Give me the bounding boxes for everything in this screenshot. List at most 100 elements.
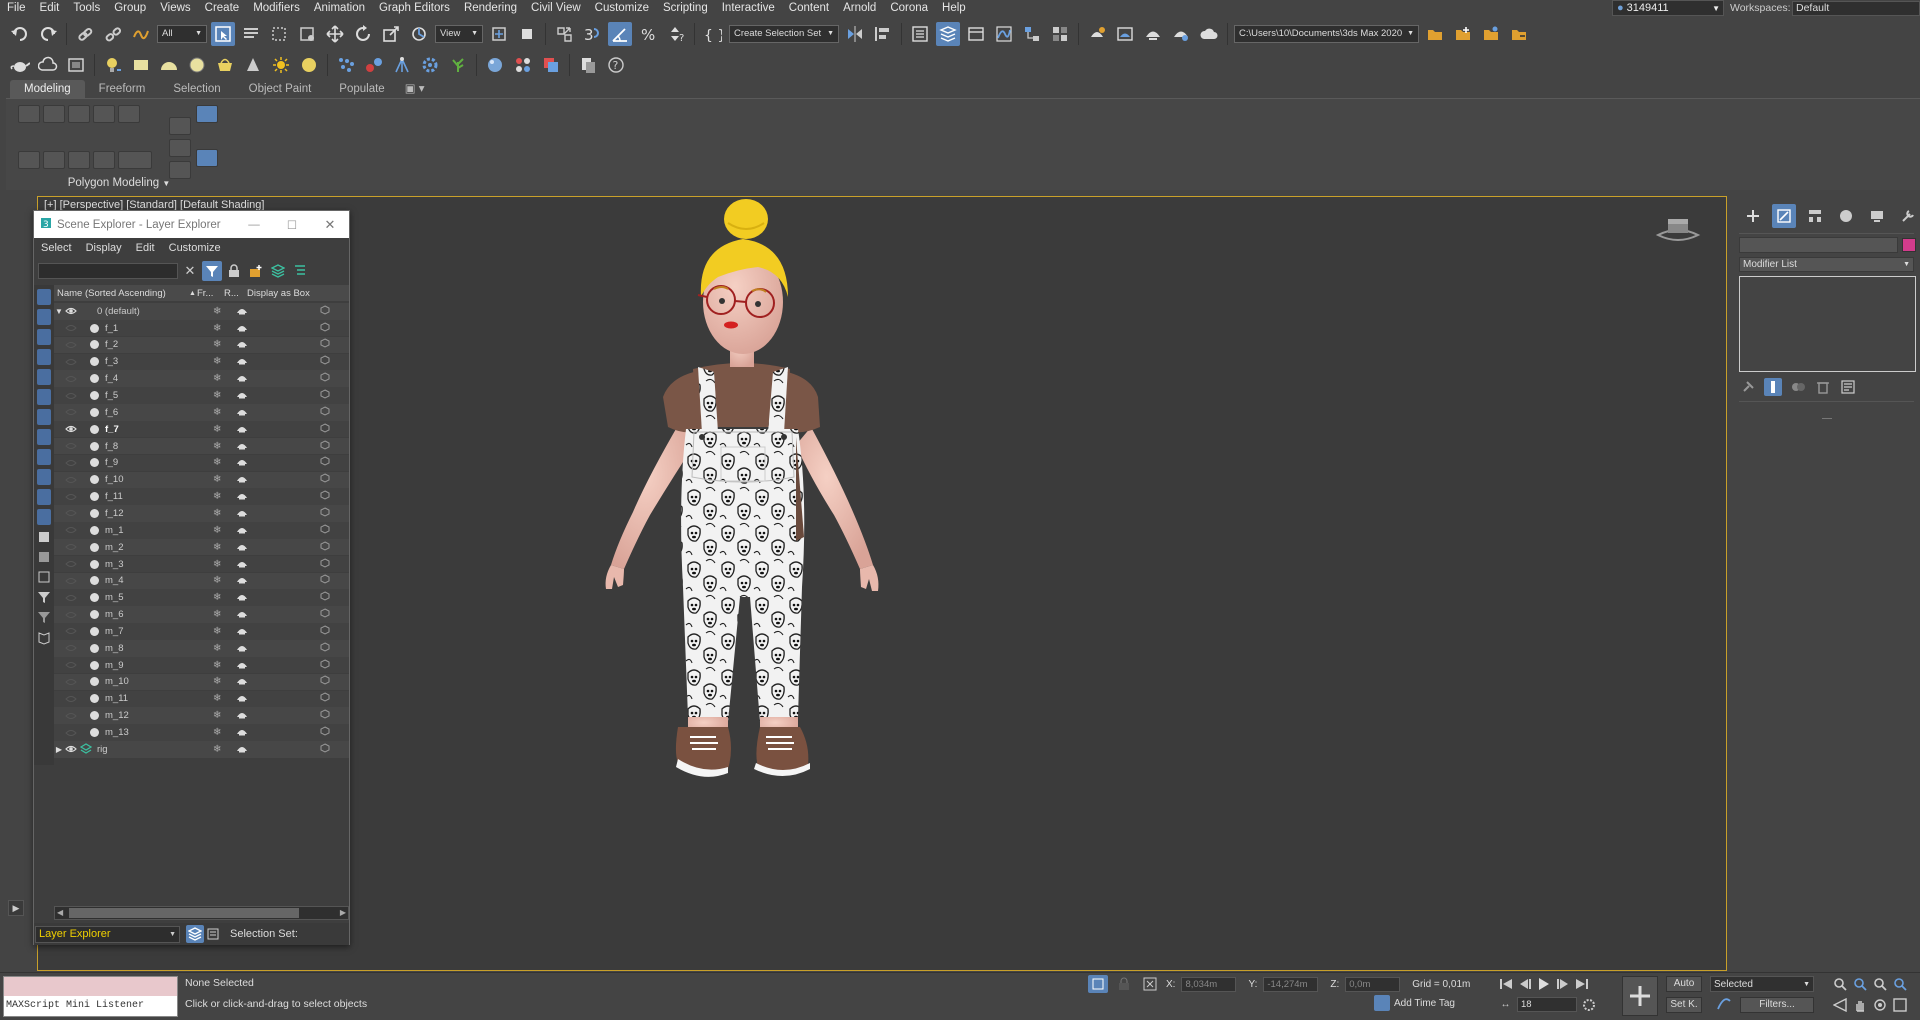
mirror-icon[interactable] xyxy=(843,22,867,46)
layer-object-row[interactable]: m_5 ❄ xyxy=(54,589,349,606)
frozen-snowflake-icon[interactable]: ❄ xyxy=(213,727,221,738)
named-selection-set-dropdown[interactable]: Create Selection Set ▼ xyxy=(729,24,839,43)
display-as-box-icon[interactable] xyxy=(320,423,330,436)
display-as-box-icon[interactable] xyxy=(320,541,330,554)
ribbon-border-button[interactable] xyxy=(68,105,90,123)
layer-object-row[interactable]: m_3 ❄ xyxy=(54,555,349,573)
maximize-viewport-icon[interactable] xyxy=(1892,997,1907,1012)
basket-icon[interactable] xyxy=(213,53,237,77)
absolute-mode-icon[interactable] xyxy=(1140,975,1160,993)
visibility-eye-icon[interactable] xyxy=(64,509,78,517)
frozen-snowflake-icon[interactable]: ❄ xyxy=(213,407,221,418)
tab-object-paint[interactable]: Object Paint xyxy=(235,80,326,98)
layer-object-row[interactable]: m_1 ❄ xyxy=(54,522,349,539)
ribbon-ignore-backfacing-button[interactable] xyxy=(43,151,65,169)
menu-customize[interactable]: Customize xyxy=(588,0,656,16)
display-as-box-icon[interactable] xyxy=(320,338,330,351)
renderable-teapot-icon[interactable] xyxy=(236,642,248,655)
visibility-eye-icon[interactable] xyxy=(64,729,78,737)
menu-scripting[interactable]: Scripting xyxy=(656,0,715,16)
project-folder-dropdown[interactable]: C:\Users\10\Documents\3ds Max 2020 ▼ xyxy=(1234,24,1419,43)
render-in-cloud-icon[interactable] xyxy=(1197,22,1221,46)
ribbon-use-stack-selection-button[interactable] xyxy=(196,149,218,167)
key-mode-icon[interactable]: ↔ xyxy=(1498,997,1513,1012)
expand-arrow-icon[interactable]: ▶ xyxy=(54,745,64,754)
key-filters-button[interactable]: Filters... xyxy=(1740,997,1814,1013)
toggle-ribbon-icon[interactable] xyxy=(964,22,988,46)
menu-file[interactable]: File xyxy=(0,0,33,16)
motion-tab-icon[interactable] xyxy=(1834,204,1858,228)
frozen-snowflake-icon[interactable]: ❄ xyxy=(213,323,221,334)
layer-object-row[interactable]: m_6 ❄ xyxy=(54,606,349,623)
remove-modifier-icon[interactable] xyxy=(1814,378,1832,396)
display-as-box-icon[interactable] xyxy=(320,574,330,587)
render-frame-icon[interactable] xyxy=(64,53,88,77)
layer-object-row[interactable]: f_7 ❄ xyxy=(54,420,349,438)
display-as-box-icon[interactable] xyxy=(320,709,330,722)
polygon-modeling-label[interactable]: Polygon Modeling ▼ xyxy=(14,175,224,192)
frozen-snowflake-icon[interactable]: ❄ xyxy=(213,491,221,502)
layer-object-row[interactable]: f_1 ❄ xyxy=(54,319,349,337)
selection-filter-dropdown[interactable]: All ▼ xyxy=(157,24,207,43)
visibility-eye-icon[interactable] xyxy=(64,358,78,366)
horizontal-scrollbar[interactable]: ◀ ▶ xyxy=(54,906,349,920)
frozen-snowflake-icon[interactable]: ❄ xyxy=(213,356,221,367)
renderable-teapot-icon[interactable] xyxy=(236,608,248,621)
gear-icon[interactable] xyxy=(418,53,442,77)
renderable-teapot-icon[interactable] xyxy=(236,406,248,419)
layer-object-row[interactable]: f_11 ❄ xyxy=(54,488,349,505)
renderable-teapot-icon[interactable] xyxy=(236,423,248,436)
teapot-icon[interactable] xyxy=(8,53,32,77)
time-configuration-icon[interactable] xyxy=(1581,997,1596,1012)
undo-icon[interactable] xyxy=(8,22,32,46)
display-as-box-icon[interactable] xyxy=(320,389,330,402)
frozen-snowflake-icon[interactable]: ❄ xyxy=(213,373,221,384)
menu-help[interactable]: Help xyxy=(935,0,973,16)
ribbon-use-soft-selection-button[interactable] xyxy=(196,105,218,123)
renderable-teapot-icon[interactable] xyxy=(236,507,248,520)
pivot-center-icon[interactable] xyxy=(487,22,511,46)
visibility-eye-icon[interactable] xyxy=(64,644,78,652)
renderable-teapot-icon[interactable] xyxy=(236,524,248,537)
layer-object-row[interactable]: f_9 ❄ xyxy=(54,454,349,472)
ribbon-next-modifier-button[interactable] xyxy=(169,139,191,157)
modify-tab-icon[interactable] xyxy=(1772,204,1796,228)
visibility-eye-icon[interactable] xyxy=(64,442,78,450)
layer-object-row[interactable]: m_9 ❄ xyxy=(54,656,349,674)
visibility-eye-icon[interactable] xyxy=(64,543,78,551)
ribbon-element-button[interactable] xyxy=(118,105,140,123)
frozen-snowflake-icon[interactable]: ❄ xyxy=(213,710,221,721)
ribbon-preserve-uvs-button[interactable] xyxy=(68,151,90,169)
tripod-icon[interactable] xyxy=(390,53,414,77)
spinner-snap-icon[interactable]: ? xyxy=(664,22,688,46)
rectangular-selection-icon[interactable] xyxy=(267,22,291,46)
open-project-icon[interactable] xyxy=(1423,22,1447,46)
frozen-snowflake-icon[interactable]: ❄ xyxy=(213,575,221,586)
ribbon-options-icon[interactable]: ▣ ▾ xyxy=(399,80,431,98)
plane-icon[interactable] xyxy=(129,53,153,77)
visibility-eye-icon[interactable] xyxy=(64,526,78,534)
scrollbar-thumb[interactable] xyxy=(69,908,299,918)
menu-edit[interactable]: Edit xyxy=(33,0,67,16)
frozen-snowflake-icon[interactable]: ❄ xyxy=(213,609,221,620)
visibility-eye-icon[interactable] xyxy=(64,408,78,416)
edit-named-selection-icon[interactable]: { } xyxy=(701,22,725,46)
frozen-snowflake-icon[interactable]: ❄ xyxy=(213,457,221,468)
scroll-left-icon[interactable]: ◀ xyxy=(57,908,63,917)
ribbon-edge-button[interactable] xyxy=(43,105,65,123)
visibility-eye-icon[interactable] xyxy=(64,341,78,349)
frozen-snowflake-icon[interactable]: ❄ xyxy=(213,626,221,637)
frozen-snowflake-icon[interactable]: ❄ xyxy=(213,474,221,485)
display-as-box-icon[interactable] xyxy=(320,608,330,621)
light-bulb-icon[interactable] xyxy=(101,53,125,77)
visibility-eye-icon[interactable] xyxy=(64,627,78,635)
expand-arrow-icon[interactable]: ▶ xyxy=(8,900,24,916)
tab-selection[interactable]: Selection xyxy=(159,80,234,98)
cone-icon[interactable] xyxy=(241,53,265,77)
ball-icon[interactable] xyxy=(297,53,321,77)
renderable-teapot-icon[interactable] xyxy=(236,305,248,318)
display-as-box-icon[interactable] xyxy=(320,456,330,469)
molecule-icon[interactable] xyxy=(362,53,386,77)
layer-object-row[interactable]: f_10 ❄ xyxy=(54,471,349,488)
renderable-teapot-icon[interactable] xyxy=(236,440,248,453)
